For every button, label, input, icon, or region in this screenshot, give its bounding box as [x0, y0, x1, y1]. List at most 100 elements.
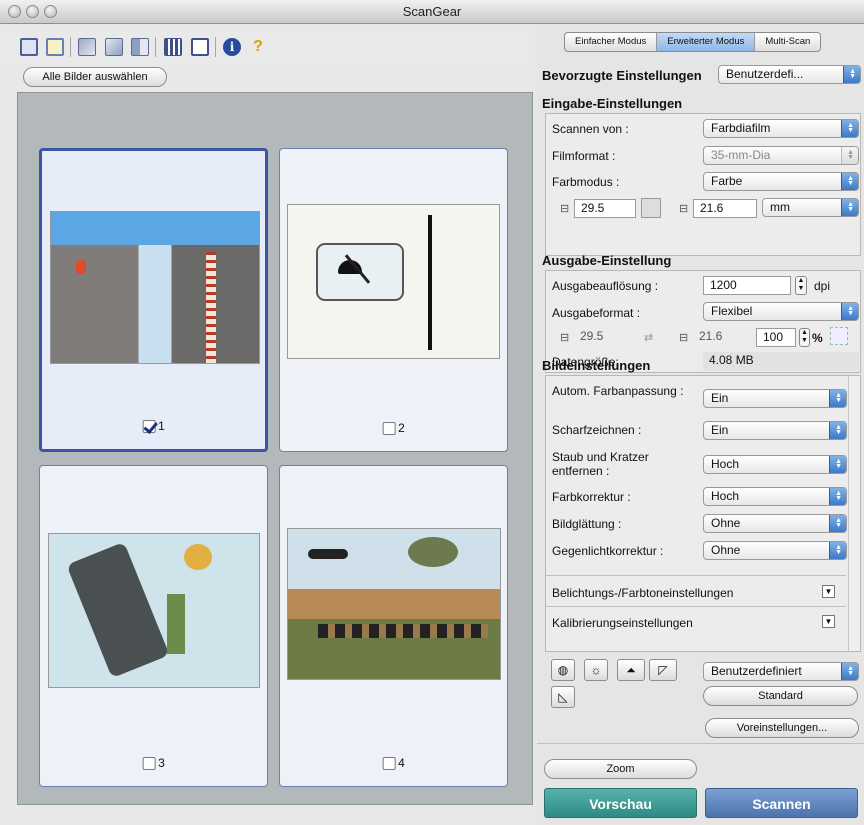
output-height-icon: ⊟: [679, 332, 689, 344]
zoom-button[interactable]: Zoom: [544, 759, 697, 779]
info-icon[interactable]: i: [223, 38, 241, 56]
minimize-window-button[interactable]: [26, 5, 39, 18]
scan-button[interactable]: Scannen: [705, 788, 858, 818]
film-format-select: 35-mm-Dia ▲ ▼: [703, 146, 859, 165]
window-title: ScanGear: [402, 4, 462, 19]
select-all-button[interactable]: Alle Bilder auswählen: [23, 67, 167, 87]
image-settings-title: Bildeinstellungen: [542, 358, 651, 373]
close-window-button[interactable]: [8, 5, 21, 18]
thumbnail-2-number: 2: [398, 421, 405, 435]
thumbnail-2[interactable]: 2: [279, 148, 508, 452]
thumbnail-3-select[interactable]: 3: [142, 756, 165, 770]
rotate-right-icon[interactable]: [105, 38, 123, 56]
crop-icon[interactable]: [46, 38, 64, 56]
scale-field[interactable]: 100: [756, 328, 796, 347]
mode-tabs: Einfacher Modus Erweiterter Modus Multi-…: [564, 32, 822, 52]
auto-color-select[interactable]: Ein ▲ ▼: [703, 389, 847, 408]
auto-color-label: Autom. Farbanpassung :: [552, 384, 684, 398]
color-mode-select[interactable]: Farbe ▲ ▼: [703, 172, 859, 191]
scale-unit: %: [812, 331, 823, 345]
input-settings-group: Scannen von : Farbdiafilm ▲ ▼ Filmformat :…: [545, 113, 861, 256]
thumbnail-2-select[interactable]: 2: [382, 421, 405, 435]
sharpen-value: Ein: [711, 423, 729, 437]
scan-from-label: Scannen von :: [552, 122, 629, 136]
thumbnail-2-image: [287, 204, 500, 359]
preferences-button[interactable]: Voreinstellungen...: [705, 718, 859, 738]
rotate-left-icon[interactable]: [78, 38, 96, 56]
scan-from-value: Farbdiafilm: [711, 121, 771, 135]
output-format-label: Ausgabeformat :: [552, 306, 641, 320]
data-size-value: 4.08 MB: [703, 352, 859, 371]
backlight-label: Gegenlichtkorrektur :: [552, 544, 664, 558]
fit-to-frame-icon[interactable]: [830, 327, 848, 345]
sharpen-label: Scharfzeichnen :: [552, 423, 642, 437]
thumbnail-4-number: 4: [398, 756, 405, 770]
brightness-tool-icon[interactable]: ☼: [584, 659, 608, 681]
color-mode-label: Farbmodus :: [552, 175, 620, 189]
backlight-value: Ohne: [711, 543, 741, 557]
aspect-lock-icon[interactable]: [641, 198, 661, 218]
toolbar: i ?: [0, 25, 533, 65]
whole-view-icon[interactable]: [191, 38, 209, 56]
resolution-unit: dpi: [814, 279, 831, 293]
favorites-label: Bevorzugte Einstellungen: [542, 68, 702, 83]
exposure-label[interactable]: Belichtungs-/Farbtoneinstellungen: [552, 586, 733, 600]
mirror-icon[interactable]: [131, 38, 149, 56]
film-format-value: 35-mm-Dia: [711, 148, 771, 162]
resolution-field[interactable]: 1200: [703, 276, 791, 295]
frame-icon[interactable]: [20, 38, 38, 56]
unit-select[interactable]: mm ▲ ▼: [762, 198, 859, 217]
threshold-tool-icon[interactable]: ◺: [551, 686, 575, 708]
smoothing-select[interactable]: Ohne ▲ ▼: [703, 514, 847, 533]
smoothing-value: Ohne: [711, 516, 741, 530]
thumbnail-1-select[interactable]: 1: [142, 419, 165, 433]
resolution-stepper[interactable]: ▲ ▼: [795, 276, 807, 295]
scan-from-select[interactable]: Farbdiafilm ▲ ▼: [703, 119, 859, 138]
tool-preset-value: Benutzerdefiniert: [711, 664, 802, 678]
thumbnail-4-checkbox[interactable]: [382, 756, 396, 770]
tab-advanced-mode[interactable]: Erweiterter Modus: [657, 33, 756, 51]
color-correction-select[interactable]: Hoch ▲ ▼: [703, 487, 847, 506]
thumbnail-view-icon[interactable]: [164, 38, 182, 56]
thumbnail-3-image: [48, 533, 260, 688]
thumbnail-4[interactable]: 4: [279, 465, 508, 787]
calibration-disclosure-icon[interactable]: ▼: [822, 615, 835, 628]
color-correction-value: Hoch: [711, 489, 740, 503]
resolution-label: Ausgabeauflösung :: [552, 279, 659, 293]
exposure-disclosure-icon[interactable]: ▼: [822, 585, 835, 598]
help-icon[interactable]: ?: [249, 38, 267, 56]
tool-preset-select[interactable]: Benutzerdefiniert ▲ ▼: [703, 662, 859, 681]
favorites-select[interactable]: Benutzerdefi... ▲ ▼: [718, 65, 861, 84]
title-bar: ScanGear: [0, 0, 864, 24]
calibration-label[interactable]: Kalibrierungseinstellungen: [552, 616, 693, 630]
thumbnail-3-number: 3: [158, 756, 165, 770]
preview-area: 1 2 3 4: [17, 92, 533, 805]
film-format-label: Filmformat :: [552, 149, 616, 163]
scale-stepper[interactable]: ▲ ▼: [799, 328, 810, 347]
tone-curve-tool-icon[interactable]: ◸: [649, 659, 677, 681]
thumbnail-3-checkbox[interactable]: [142, 756, 156, 770]
thumbnail-2-checkbox[interactable]: [382, 421, 396, 435]
tab-simple-mode[interactable]: Einfacher Modus: [565, 33, 658, 51]
width-icon: ⊟: [560, 203, 570, 215]
zoom-window-button[interactable]: [44, 5, 57, 18]
thumbnail-1-number: 1: [158, 419, 165, 433]
thumbnail-1-checkbox[interactable]: [142, 419, 156, 433]
image-settings-scrollbar[interactable]: [848, 376, 860, 651]
output-format-select[interactable]: Flexibel ▲ ▼: [703, 302, 859, 321]
thumbnail-4-image: [287, 528, 501, 680]
sharpen-select[interactable]: Ein ▲ ▼: [703, 421, 847, 440]
thumbnail-4-select[interactable]: 4: [382, 756, 405, 770]
input-width-field[interactable]: 29.5: [574, 199, 636, 218]
backlight-select[interactable]: Ohne ▲ ▼: [703, 541, 847, 560]
input-height-field[interactable]: 21.6: [693, 199, 757, 218]
thumbnail-1[interactable]: 1: [39, 148, 268, 452]
histogram-tool-icon[interactable]: ⏶: [617, 659, 645, 681]
dust-select[interactable]: Hoch ▲ ▼: [703, 455, 847, 474]
tab-multi-scan[interactable]: Multi-Scan: [755, 33, 820, 51]
preview-button[interactable]: Vorschau: [544, 788, 697, 818]
thumbnail-3[interactable]: 3: [39, 465, 268, 787]
standard-button[interactable]: Standard: [703, 686, 858, 706]
output-height-field: 21.6: [693, 328, 753, 347]
channel-tool-icon[interactable]: ◍: [551, 659, 575, 681]
